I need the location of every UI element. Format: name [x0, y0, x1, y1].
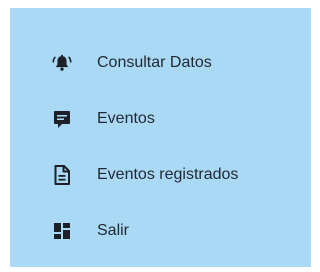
menu-item-consultar-datos[interactable]: Consultar Datos — [10, 35, 311, 91]
document-icon — [52, 165, 72, 185]
menu-item-label: Eventos — [97, 110, 155, 127]
bell-ring-icon — [52, 53, 72, 73]
message-icon — [52, 109, 72, 129]
side-menu: Consultar Datos Eventos Eventos registra… — [10, 8, 311, 267]
menu-item-eventos[interactable]: Eventos — [10, 91, 311, 147]
dashboard-icon — [52, 221, 72, 241]
menu-item-label: Consultar Datos — [97, 54, 212, 71]
menu-item-eventos-registrados[interactable]: Eventos registrados — [10, 147, 311, 203]
menu-item-label: Eventos registrados — [97, 166, 239, 183]
menu-item-salir[interactable]: Salir — [10, 203, 311, 259]
menu-item-label: Salir — [97, 222, 130, 239]
